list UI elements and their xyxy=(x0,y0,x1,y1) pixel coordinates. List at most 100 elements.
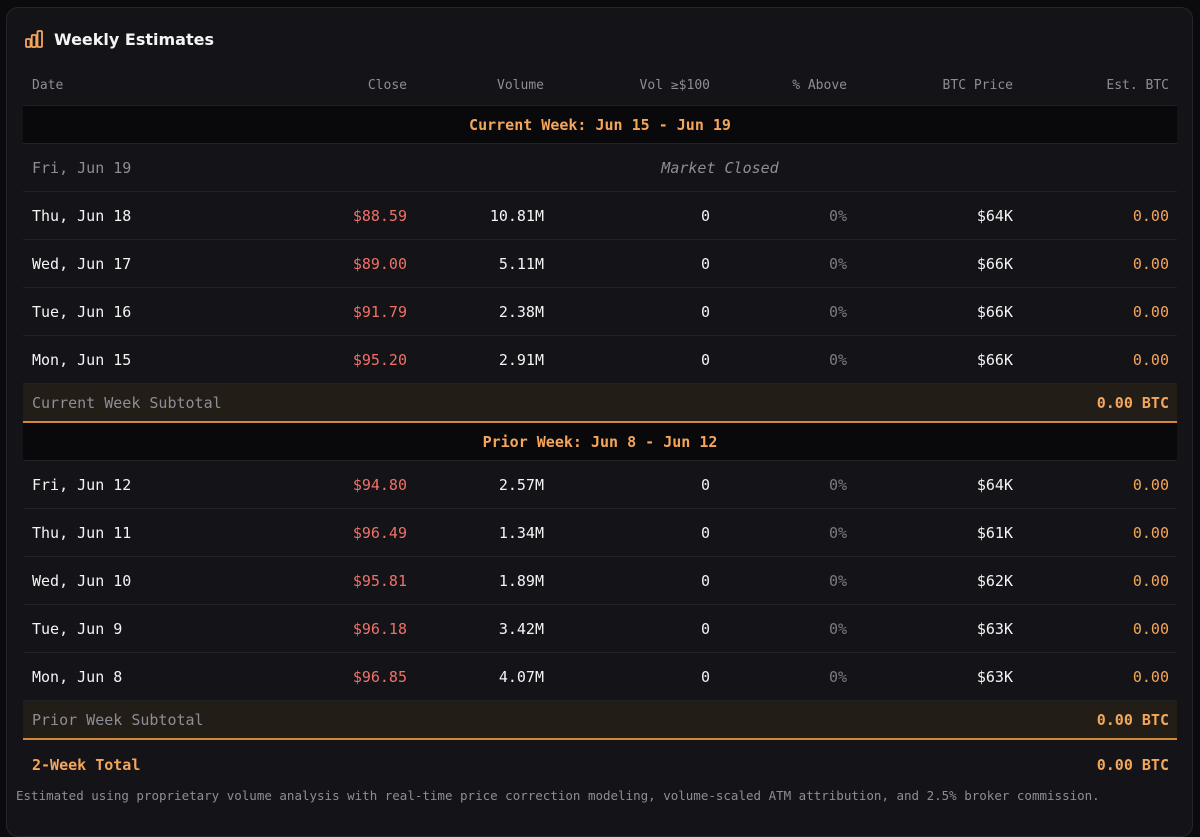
row-volume: 3.42M xyxy=(498,619,544,638)
total-value: 0.00 BTC xyxy=(1096,756,1169,774)
two-week-total: 2-Week Total 0.00 BTC xyxy=(23,740,1177,790)
row-est-btc: 0.00 xyxy=(1132,206,1169,225)
row-volume: 4.07M xyxy=(498,667,544,686)
row-est-btc: 0.00 xyxy=(1132,619,1169,638)
row-volume: 1.34M xyxy=(498,523,544,542)
row-vol-100: 0 xyxy=(700,350,710,369)
row-date: Fri, Jun 12 xyxy=(32,475,132,494)
market-closed-note: Market Closed xyxy=(661,158,779,177)
row-pct-above: 0% xyxy=(828,302,847,321)
row-close: $89.00 xyxy=(352,254,407,273)
total-label: 2-Week Total xyxy=(32,756,141,774)
row-est-btc: 0.00 xyxy=(1132,254,1169,273)
prior-week-subtotal: Prior Week Subtotal 0.00 BTC xyxy=(23,701,1177,740)
current-week-header: Current Week: Jun 15 - Jun 19 xyxy=(23,106,1177,144)
row-vol-100: 0 xyxy=(700,302,710,321)
row-btc-price: $63K xyxy=(976,667,1013,686)
row-btc-price: $63K xyxy=(976,619,1013,638)
table-header: Date Close Volume Vol ≥$100 % Above BTC … xyxy=(23,66,1177,106)
row-vol-100: 0 xyxy=(700,619,710,638)
row-pct-above: 0% xyxy=(828,667,847,686)
table-row: Mon, Jun 15 $95.20 2.91M 0 0% $66K 0.00 xyxy=(23,336,1177,384)
row-est-btc: 0.00 xyxy=(1132,350,1169,369)
col-btc-price: BTC Price xyxy=(942,78,1013,93)
row-est-btc: 0.00 xyxy=(1132,667,1169,686)
col-est-btc: Est. BTC xyxy=(1106,78,1169,93)
row-pct-above: 0% xyxy=(828,254,847,273)
table-row: Wed, Jun 17 $89.00 5.11M 0 0% $66K 0.00 xyxy=(23,240,1177,288)
row-volume: 1.89M xyxy=(498,571,544,590)
row-vol-100: 0 xyxy=(700,254,710,273)
subtotal-label: Current Week Subtotal xyxy=(32,393,222,412)
methodology-footnote: Estimated using proprietary volume analy… xyxy=(16,788,1100,803)
row-close: $94.80 xyxy=(352,475,407,494)
col-close: Close xyxy=(367,78,407,93)
row-pct-above: 0% xyxy=(828,523,847,542)
subtotal-value: 0.00 BTC xyxy=(1096,710,1169,729)
row-close: $95.20 xyxy=(352,350,407,369)
row-volume: 10.81M xyxy=(489,206,544,225)
row-close: $96.18 xyxy=(352,619,407,638)
row-vol-100: 0 xyxy=(700,206,710,225)
table-row: Thu, Jun 11 $96.49 1.34M 0 0% $61K 0.00 xyxy=(23,509,1177,557)
table-row: Wed, Jun 10 $95.81 1.89M 0 0% $62K 0.00 xyxy=(23,557,1177,605)
row-volume: 2.57M xyxy=(498,475,544,494)
row-date: Tue, Jun 16 xyxy=(32,302,132,321)
row-btc-price: $64K xyxy=(976,206,1013,225)
row-close: $88.59 xyxy=(352,206,407,225)
estimates-table: Date Close Volume Vol ≥$100 % Above BTC … xyxy=(23,66,1177,790)
row-btc-price: $66K xyxy=(976,350,1013,369)
row-volume: 2.91M xyxy=(498,350,544,369)
row-date: Thu, Jun 11 xyxy=(32,523,132,542)
row-close: $96.85 xyxy=(352,667,407,686)
row-date: Mon, Jun 15 xyxy=(32,350,132,369)
row-btc-price: $64K xyxy=(976,475,1013,494)
table-row: Tue, Jun 9 $96.18 3.42M 0 0% $63K 0.00 xyxy=(23,605,1177,653)
row-close: $95.81 xyxy=(352,571,407,590)
panel-title: Weekly Estimates xyxy=(54,29,214,49)
row-pct-above: 0% xyxy=(828,206,847,225)
weekly-estimates-panel: Weekly Estimates Date Close Volume Vol ≥… xyxy=(6,7,1193,837)
row-date: Wed, Jun 17 xyxy=(32,254,132,273)
row-pct-above: 0% xyxy=(828,619,847,638)
panel-header: Weekly Estimates xyxy=(24,27,214,51)
table-row: Fri, Jun 19 Market Closed xyxy=(23,144,1177,192)
bar-chart-icon xyxy=(24,29,44,49)
row-date: Wed, Jun 10 xyxy=(32,571,132,590)
row-pct-above: 0% xyxy=(828,350,847,369)
subtotal-label: Prior Week Subtotal xyxy=(32,710,204,729)
col-volume: Volume xyxy=(497,78,544,93)
row-volume: 5.11M xyxy=(498,254,544,273)
row-pct-above: 0% xyxy=(828,571,847,590)
table-row: Mon, Jun 8 $96.85 4.07M 0 0% $63K 0.00 xyxy=(23,653,1177,701)
row-date: Thu, Jun 18 xyxy=(32,206,132,225)
row-vol-100: 0 xyxy=(700,571,710,590)
current-week-subtotal: Current Week Subtotal 0.00 BTC xyxy=(23,384,1177,423)
row-est-btc: 0.00 xyxy=(1132,302,1169,321)
row-date: Mon, Jun 8 xyxy=(32,667,123,686)
prior-week-header: Prior Week: Jun 8 - Jun 12 xyxy=(23,423,1177,461)
row-btc-price: $61K xyxy=(976,523,1013,542)
row-est-btc: 0.00 xyxy=(1132,571,1169,590)
row-pct-above: 0% xyxy=(828,475,847,494)
row-btc-price: $62K xyxy=(976,571,1013,590)
row-close: $91.79 xyxy=(352,302,407,321)
row-vol-100: 0 xyxy=(700,475,710,494)
col-pct-above: % Above xyxy=(792,78,847,93)
col-date: Date xyxy=(32,78,64,93)
row-est-btc: 0.00 xyxy=(1132,475,1169,494)
row-vol-100: 0 xyxy=(700,667,710,686)
row-volume: 2.38M xyxy=(498,302,544,321)
table-row: Tue, Jun 16 $91.79 2.38M 0 0% $66K 0.00 xyxy=(23,288,1177,336)
col-vol-100: Vol ≥$100 xyxy=(639,78,710,93)
row-est-btc: 0.00 xyxy=(1132,523,1169,542)
row-btc-price: $66K xyxy=(976,302,1013,321)
table-row: Thu, Jun 18 $88.59 10.81M 0 0% $64K 0.00 xyxy=(23,192,1177,240)
row-btc-price: $66K xyxy=(976,254,1013,273)
table-row: Fri, Jun 12 $94.80 2.57M 0 0% $64K 0.00 xyxy=(23,461,1177,509)
current-week-label: Current Week: Jun 15 - Jun 19 xyxy=(469,115,731,134)
prior-week-label: Prior Week: Jun 8 - Jun 12 xyxy=(482,432,718,451)
row-date: Tue, Jun 9 xyxy=(32,619,123,638)
row-vol-100: 0 xyxy=(700,523,710,542)
row-close: $96.49 xyxy=(352,523,407,542)
